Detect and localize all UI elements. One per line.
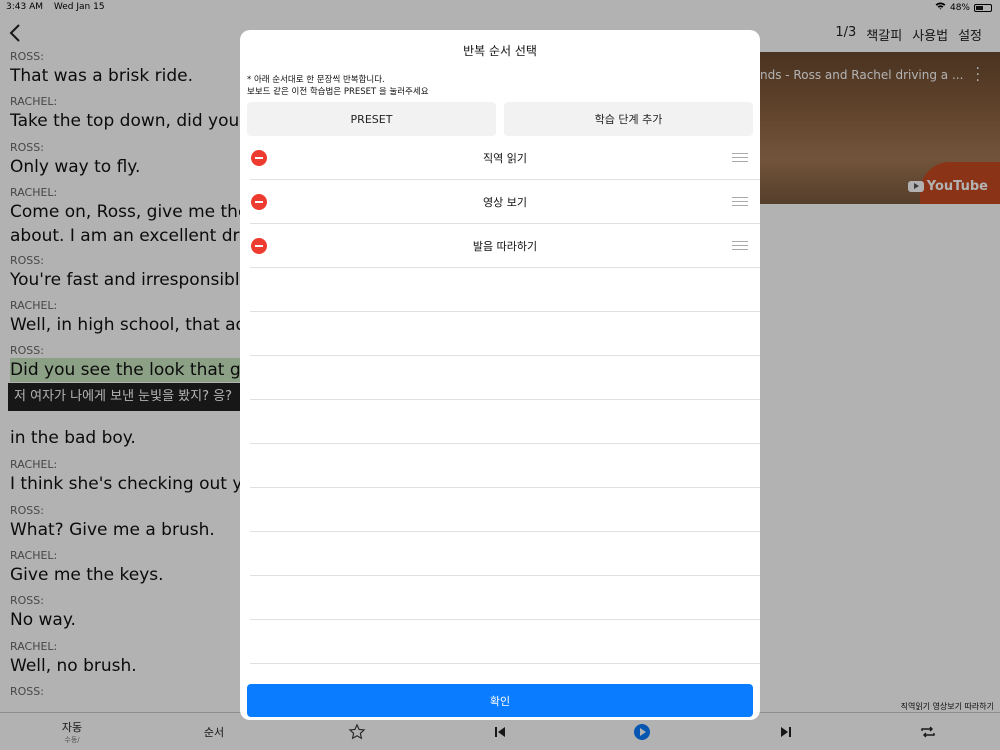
preset-button[interactable]: PRESET [247, 102, 496, 136]
confirm-button[interactable]: 확인 [247, 684, 753, 717]
modal-desc-line1: * 아래 순서대로 한 문장씩 반복합니다. [247, 75, 385, 85]
drag-handle-icon[interactable] [732, 197, 748, 206]
empty-row [250, 312, 760, 356]
modal-desc-line2: 보보드 같은 이전 학습법은 PRESET 을 눌러주세요 [247, 87, 429, 97]
repeat-order-modal: 반복 순서 선택 * 아래 순서대로 한 문장씩 반복합니다. 보보드 같은 이… [240, 30, 760, 720]
drag-handle-icon[interactable] [732, 153, 748, 162]
empty-row [250, 444, 760, 488]
empty-row [250, 576, 760, 620]
empty-row [250, 400, 760, 444]
step-label: 직역 읽기 [483, 152, 527, 165]
step-row[interactable]: 발음 따라하기 [250, 224, 760, 268]
step-row[interactable]: 영상 보기 [250, 180, 760, 224]
empty-row [250, 532, 760, 576]
step-label: 발음 따라하기 [472, 240, 538, 253]
empty-row [250, 620, 760, 664]
empty-row [250, 488, 760, 532]
modal-description: * 아래 순서대로 한 문장씩 반복합니다. 보보드 같은 이전 학습법은 PR… [247, 74, 429, 98]
add-step-button[interactable]: 학습 단계 추가 [504, 102, 753, 136]
drag-handle-icon[interactable] [732, 241, 748, 250]
step-label: 영상 보기 [483, 196, 527, 209]
step-row[interactable]: 직역 읽기 [250, 136, 760, 180]
empty-row [250, 268, 760, 312]
empty-row [250, 356, 760, 400]
modal-title: 반복 순서 선택 [463, 44, 537, 58]
